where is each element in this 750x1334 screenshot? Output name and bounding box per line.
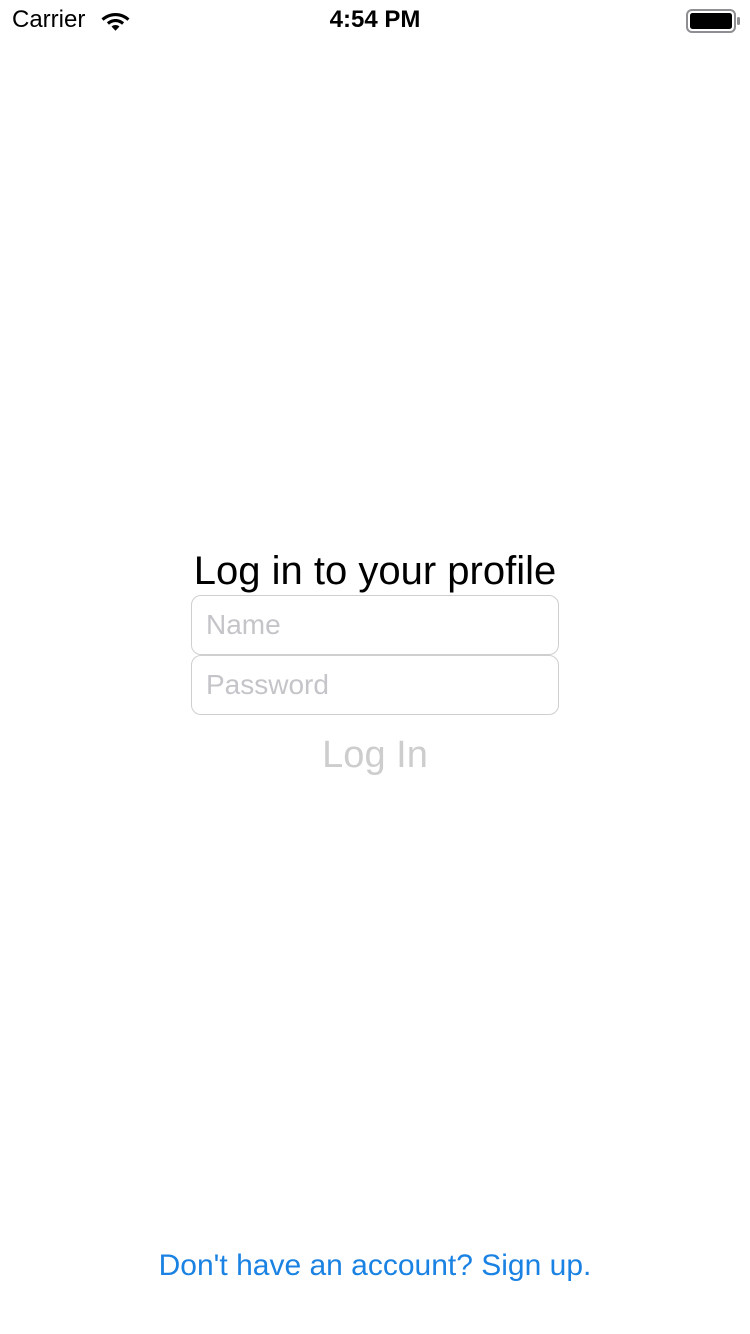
status-bar: Carrier 4:54 PM bbox=[0, 0, 750, 40]
battery-icon bbox=[686, 9, 740, 33]
status-time: 4:54 PM bbox=[329, 6, 421, 33]
name-field[interactable] bbox=[191, 595, 559, 655]
login-title: Log in to your profile bbox=[193, 549, 557, 593]
signup-link[interactable]: Don't have an account? Sign up. bbox=[0, 1246, 750, 1286]
login-button[interactable]: Log In bbox=[0, 728, 750, 782]
password-field[interactable] bbox=[191, 655, 559, 715]
